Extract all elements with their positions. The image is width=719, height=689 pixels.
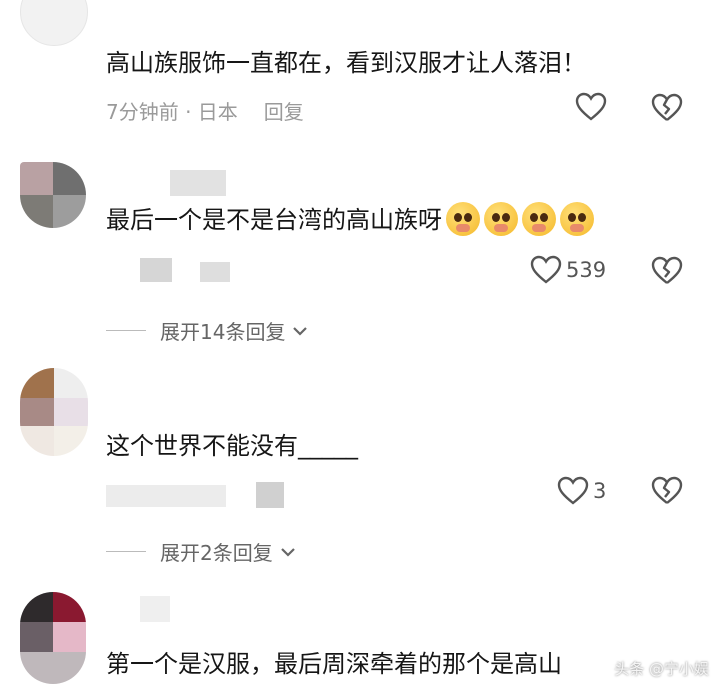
comment-meta: 7分钟前 · 日本 回复: [106, 96, 304, 125]
like-count: 539: [566, 258, 607, 282]
username-blurred: [140, 596, 170, 622]
expand-replies-button[interactable]: 展开2条回复: [106, 537, 299, 566]
comment-text: 这个世界不能没有_____: [106, 432, 358, 460]
crying-emoji-icon: [522, 202, 556, 236]
broken-heart-icon: [651, 93, 683, 121]
watermark: 头条 @宁小娱: [614, 660, 709, 678]
chevron-down-icon: [293, 326, 308, 336]
like-button[interactable]: 539: [530, 255, 606, 285]
divider-line: [106, 330, 146, 331]
crying-emoji-icon: [560, 202, 594, 236]
avatar[interactable]: [20, 0, 88, 46]
chevron-down-icon: [280, 547, 295, 557]
heart-icon: [557, 476, 589, 505]
broken-heart-icon: [651, 256, 683, 284]
expand-replies-label: 展开2条回复: [160, 541, 273, 565]
comment-time-location: 7分钟前 · 日本: [106, 100, 238, 124]
divider-line: [106, 551, 146, 552]
meta-blurred: [106, 485, 226, 507]
dislike-button[interactable]: [651, 256, 683, 290]
crying-emoji-icon: [484, 202, 518, 236]
broken-heart-icon: [651, 476, 683, 504]
meta-blurred: [200, 262, 230, 282]
avatar[interactable]: [20, 592, 86, 684]
username-blurred: [170, 170, 226, 196]
expand-replies-button[interactable]: 展开14条回复: [106, 316, 311, 345]
avatar[interactable]: [20, 368, 88, 456]
dislike-button[interactable]: [651, 93, 683, 127]
like-button[interactable]: 3: [557, 476, 606, 506]
heart-icon: [530, 255, 562, 284]
like-button[interactable]: [575, 92, 607, 122]
like-count: 3: [593, 479, 607, 503]
dislike-button[interactable]: [651, 476, 683, 510]
meta-blurred: [140, 258, 172, 282]
heart-icon: [575, 92, 607, 121]
expand-replies-label: 展开14条回复: [160, 320, 286, 344]
avatar[interactable]: [20, 162, 86, 228]
meta-blurred: [256, 482, 284, 508]
comment-text: 最后一个是不是台湾的高山族呀: [106, 202, 594, 238]
reply-button[interactable]: 回复: [264, 100, 304, 124]
crying-emoji-icon: [446, 202, 480, 236]
comment-text: 高山族服饰一直都在，看到汉服才让人落泪！: [106, 49, 586, 77]
comment-text: 第一个是汉服，最后周深牵着的那个是高山: [106, 650, 562, 678]
